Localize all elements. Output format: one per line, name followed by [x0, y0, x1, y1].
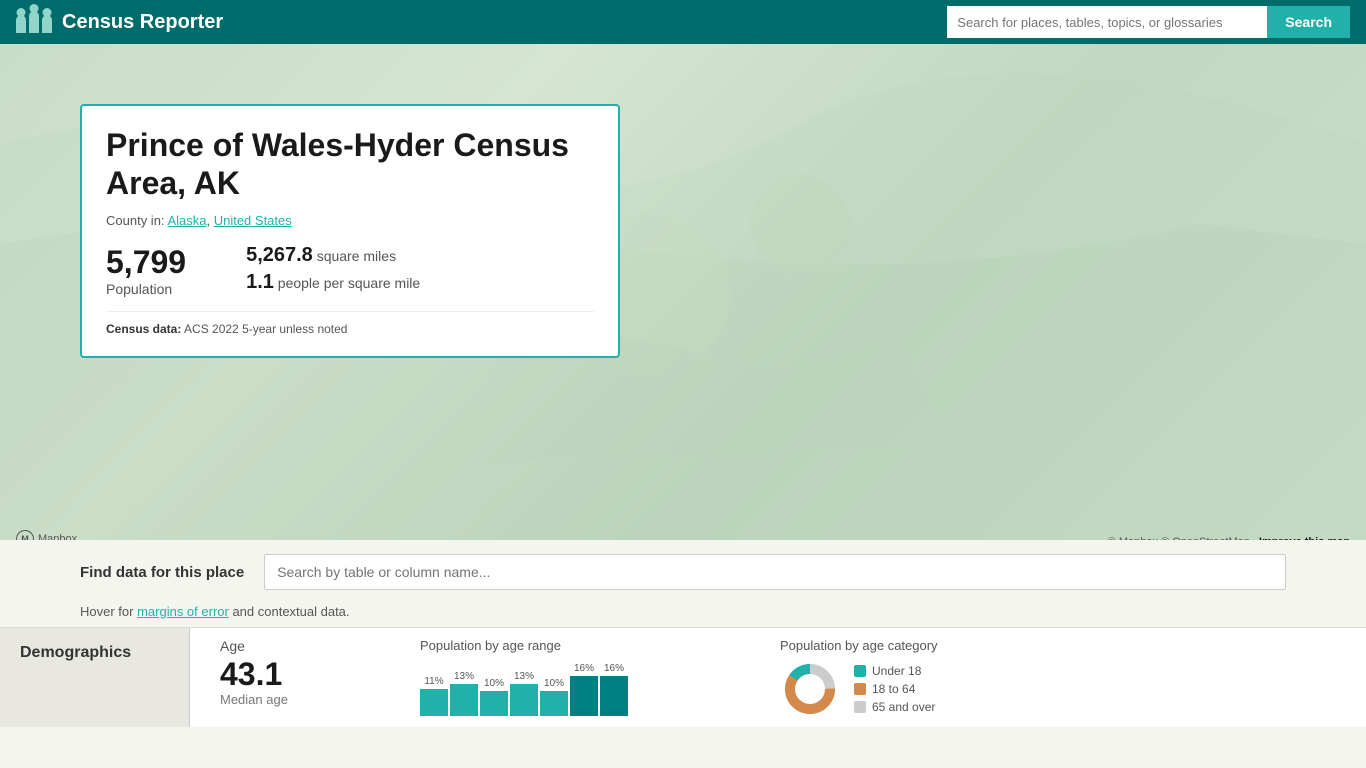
bar-pct-3: 13% [514, 671, 534, 682]
info-card: Prince of Wales-Hyder Census Area, AK Co… [80, 104, 620, 358]
census-data-value: ACS 2022 5-year unless noted [184, 322, 347, 336]
search-button[interactable]: Search [1267, 6, 1350, 38]
search-input[interactable] [947, 6, 1267, 38]
logo-person-2 [29, 11, 39, 33]
bar-chart: 11% 13% 10% 13% 10% 16% 16% [420, 661, 720, 716]
donut-area: Under 18 18 to 64 65 and over [780, 659, 1060, 719]
age-category-block: Population by age category [780, 638, 1060, 717]
location-prefix: County in: [106, 213, 167, 228]
legend-color-under18 [854, 665, 866, 677]
legend-label-65over: 65 and over [872, 700, 935, 714]
density: 1.1 people per square mile [246, 271, 420, 294]
place-name: Prince of Wales-Hyder Census Area, AK [106, 126, 594, 203]
bar-pct-4: 10% [544, 678, 564, 689]
bar-rect-4 [540, 691, 568, 716]
age-section-title: Age [220, 638, 360, 654]
bar-rect-1 [450, 684, 478, 717]
age-block: Age 43.1 Median age [220, 638, 360, 717]
find-data-row: Find data for this place [0, 540, 1366, 604]
area-sq-miles-number: 5,267.8 [246, 244, 313, 266]
table-search-input[interactable] [264, 554, 1286, 590]
bar-rect-3 [510, 684, 538, 717]
hover-note-prefix: Hover for [80, 604, 137, 619]
bar-group-5: 16% [570, 663, 598, 716]
bar-rect-0 [420, 689, 448, 717]
state-link[interactable]: Alaska [167, 213, 206, 228]
site-title: Census Reporter [62, 11, 223, 34]
census-data-label: Census data: [106, 322, 181, 336]
bar-pct-0: 11% [424, 676, 443, 687]
bottom-section: Find data for this place Hover for margi… [0, 540, 1366, 768]
legend-18to64: 18 to 64 [854, 682, 935, 696]
bar-group-1: 13% [450, 671, 478, 717]
hover-note-suffix: and contextual data. [229, 604, 350, 619]
bar-group-6: 16% [600, 663, 628, 716]
bar-rect-2 [480, 691, 508, 716]
area-sq-miles-label: square miles [317, 248, 396, 264]
donut-chart [780, 659, 840, 719]
legend-color-65over [854, 701, 866, 713]
hover-note: Hover for margins of error and contextua… [0, 604, 1366, 627]
demographics-label: Demographics [20, 644, 131, 662]
bar-pct-5: 16% [574, 663, 594, 674]
bar-rect-5 [570, 676, 598, 716]
bar-group-4: 10% [540, 678, 568, 716]
country-link[interactable]: United States [214, 213, 292, 228]
population-block: 5,799 Population [106, 244, 186, 297]
legend-65over: 65 and over [854, 700, 935, 714]
median-age-label: Median age [220, 692, 360, 707]
margins-of-error-link[interactable]: margins of error [137, 604, 229, 619]
density-label: people per square mile [278, 275, 420, 291]
logo-person-3 [42, 15, 52, 33]
bar-pct-1: 13% [454, 671, 474, 682]
bar-rect-6 [600, 676, 628, 716]
legend-color-18to64 [854, 683, 866, 695]
main-content: Prince of Wales-Hyder Census Area, AK Co… [0, 44, 1366, 768]
header: Census Reporter Search [0, 0, 1366, 44]
age-range-block: Population by age range 11%13%10%13%10%1… [420, 638, 720, 717]
bar-group-3: 13% [510, 671, 538, 717]
demographics-sidebar[interactable]: Demographics [0, 628, 190, 727]
area-sq-miles: 5,267.8 square miles [246, 244, 420, 267]
area-block: 5,267.8 square miles 1.1 people per squa… [246, 244, 420, 297]
donut-legend: Under 18 18 to 64 65 and over [854, 664, 935, 714]
location-line: County in: Alaska, United States [106, 213, 594, 228]
legend-under18: Under 18 [854, 664, 935, 678]
population-number: 5,799 [106, 244, 186, 281]
median-age-number: 43.1 [220, 658, 360, 690]
legend-label-18to64: 18 to 64 [872, 682, 915, 696]
age-category-title: Population by age category [780, 638, 1060, 653]
bar-group-0: 11% [420, 676, 448, 717]
bar-pct-2: 10% [484, 678, 504, 689]
census-note: Census data: ACS 2022 5-year unless note… [106, 311, 594, 336]
logo-person-1 [16, 15, 26, 33]
find-data-label: Find data for this place [80, 564, 244, 581]
demographics-section: Demographics Age 43.1 Median age Populat… [0, 627, 1366, 727]
search-area: Search [947, 6, 1350, 38]
population-label: Population [106, 281, 186, 297]
logo-icon [16, 11, 52, 33]
legend-label-under18: Under 18 [872, 664, 921, 678]
stats-row: 5,799 Population 5,267.8 square miles 1.… [106, 244, 594, 297]
density-number: 1.1 [246, 271, 274, 293]
bar-group-2: 10% [480, 678, 508, 716]
age-range-title: Population by age range [420, 638, 720, 653]
header-left: Census Reporter [16, 11, 223, 34]
demographics-content: Age 43.1 Median age Population by age ra… [190, 628, 1366, 727]
bar-pct-6: 16% [604, 663, 624, 674]
